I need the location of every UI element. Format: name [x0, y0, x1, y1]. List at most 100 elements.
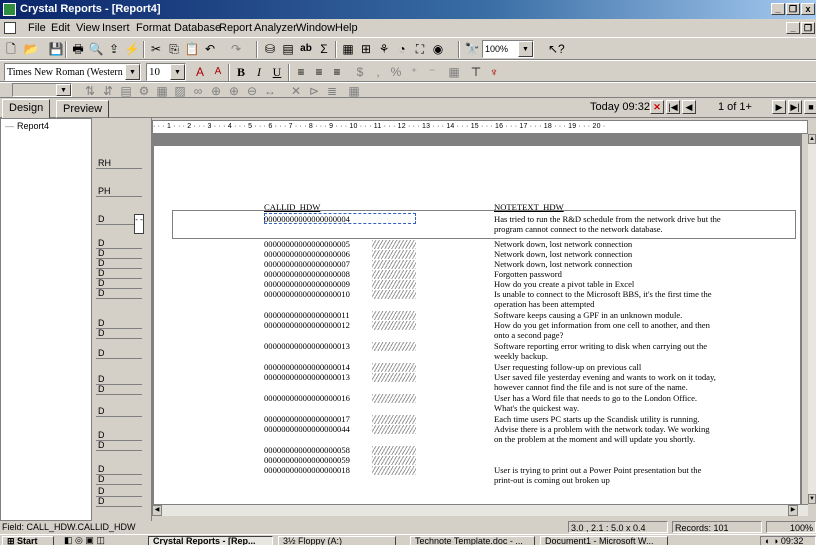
menu-file[interactable]: File [28, 22, 46, 34]
row-notetext[interactable]: on the problem at the moment and will up… [494, 434, 695, 444]
align-right-icon[interactable]: ≡ [329, 64, 345, 80]
comma-icon[interactable]: , [370, 64, 386, 80]
help-pointer-icon[interactable]: ↖? [548, 41, 565, 57]
close-button[interactable]: x [801, 3, 815, 15]
task-technote-template[interactable]: Technote Template.doc - ... [410, 536, 535, 545]
zoom-icon[interactable]: ⊕ [208, 83, 224, 99]
section-label[interactable]: D [98, 430, 105, 440]
row-notetext[interactable]: onto a second page? [494, 330, 563, 340]
row-callid[interactable]: 00000000000000000016 [264, 393, 350, 403]
insert-group-icon[interactable]: ▦ [340, 41, 356, 57]
menu-view[interactable]: View [76, 22, 100, 34]
section-expert-icon[interactable]: ▦ [154, 83, 170, 99]
scroll-right-icon[interactable]: ▶ [788, 505, 798, 516]
row-callid[interactable]: 00000000000000000013 [264, 372, 350, 382]
row-notetext[interactable]: operation has been attempted [494, 299, 594, 309]
new-icon[interactable]: 🗋 [3, 41, 19, 57]
section-label[interactable]: D [98, 288, 105, 298]
insert-text-object-icon[interactable]: ▤ [280, 41, 296, 57]
decrease-font-icon[interactable]: A [210, 64, 226, 80]
tab-design[interactable]: Design [2, 99, 51, 119]
delete-icon[interactable]: ✕ [288, 83, 304, 99]
row-notetext[interactable]: Forgotten password [494, 269, 562, 279]
lock-format-icon[interactable]: ⊤ [468, 64, 484, 80]
section-label[interactable]: D [98, 440, 105, 450]
insert-picture-icon[interactable]: ⚘ [376, 41, 392, 57]
section-label[interactable]: D [98, 406, 105, 416]
insert-map-icon[interactable]: ⛶ [412, 41, 428, 57]
highlight-icon[interactable]: ♆ [486, 64, 502, 80]
row-notetext[interactable]: Network down, lost network connection [494, 239, 632, 249]
row-notetext[interactable]: weekly backup. [494, 351, 548, 361]
zoom-out-icon[interactable]: ⊖ [244, 83, 260, 99]
row-callid[interactable]: 00000000000000000011 [264, 310, 350, 320]
insert-summary-icon[interactable]: Σ [316, 41, 332, 57]
row-notetext[interactable]: however cannot find the file and is not … [494, 382, 688, 392]
print-icon[interactable]: 🖶 [70, 41, 86, 57]
print-preview-icon[interactable]: 🔍 [88, 41, 104, 57]
group-expert-icon[interactable]: ▤ [118, 83, 134, 99]
first-page-icon[interactable]: |◀ [666, 100, 680, 114]
row-callid[interactable]: 00000000000000000059 [264, 455, 350, 465]
export-icon[interactable]: ⇪ [106, 41, 122, 57]
align-center-icon[interactable]: ≡ [311, 64, 327, 80]
section-label[interactable]: D [98, 348, 105, 358]
undo-icon[interactable]: ↶ [202, 41, 218, 57]
section-label[interactable]: PH [98, 186, 111, 196]
vertical-scrollbar[interactable]: ▲ ▼ [808, 134, 816, 504]
menu-window[interactable]: Window [296, 22, 335, 34]
insert-chart-icon[interactable]: ◔ [394, 41, 410, 57]
section-label[interactable]: D [98, 258, 105, 268]
object-combo[interactable]: ▼ [12, 83, 72, 97]
save-icon[interactable]: 💾 [48, 41, 64, 57]
chevron-down-icon[interactable]: ▼ [518, 41, 533, 57]
zoom-combo[interactable]: 100% ▼ [482, 40, 534, 58]
row-callid[interactable]: 00000000000000000014 [264, 362, 350, 372]
row-notetext[interactable]: Has tried to run the R&D schedule from t… [494, 214, 721, 224]
row-notetext[interactable]: How do you get information from one cell… [494, 320, 710, 330]
crystal-reports-app-icon[interactable] [3, 3, 16, 16]
section-label[interactable]: D [98, 464, 105, 474]
document-icon[interactable] [4, 22, 16, 34]
row-notetext[interactable]: print-out is coming out broken up [494, 475, 610, 485]
menu-edit[interactable]: Edit [51, 22, 70, 34]
row-notetext[interactable]: program cannot connect to the network da… [494, 224, 663, 234]
task-document1[interactable]: Document1 - Microsoft W... [540, 536, 668, 545]
template-expert-icon[interactable]: ⚙ [136, 83, 152, 99]
scroll-left-icon[interactable]: ◀ [152, 505, 162, 516]
chevron-down-icon[interactable]: ▼ [170, 64, 185, 80]
row-notetext[interactable]: Software reporting error writing to disk… [494, 341, 707, 351]
find-icon[interactable]: 🔭 [464, 41, 480, 57]
minimize-button[interactable]: _ [771, 3, 785, 15]
section-label[interactable]: D [98, 248, 105, 258]
select-expert-icon[interactable]: ⇅ [82, 83, 98, 99]
percent-icon[interactable]: % [388, 64, 404, 80]
tray-icons[interactable]: ◐ ◑ [765, 537, 781, 545]
grid-icon[interactable]: ▦ [346, 83, 362, 99]
refresh-icon[interactable]: ⚡ [124, 41, 140, 57]
redo-icon[interactable]: ↷ [228, 41, 244, 57]
row-notetext[interactable]: Software keeps causing a GPF in an unkno… [494, 310, 682, 320]
row-notetext[interactable]: Each time users PC starts up the Scandis… [494, 414, 700, 424]
section-label[interactable]: D [98, 318, 105, 328]
previous-page-icon[interactable]: ◀ [682, 100, 696, 114]
sort-expert-icon[interactable]: ⇵ [100, 83, 116, 99]
row-callid[interactable]: 00000000000000000018 [264, 465, 350, 475]
tree-item-report4[interactable]: Report4 [17, 121, 49, 131]
section-label[interactable]: D [98, 278, 105, 288]
next-page-icon[interactable]: ▶ [772, 100, 786, 114]
section-label[interactable]: D [98, 268, 105, 278]
row-notetext[interactable]: What's the quickest way. [494, 403, 579, 413]
row-callid[interactable]: 00000000000000000004 [264, 214, 350, 224]
row-notetext[interactable]: User is trying to print out a Power Poin… [494, 465, 701, 475]
row-callid[interactable]: 00000000000000000044 [264, 424, 350, 434]
section-label[interactable]: D [98, 238, 105, 248]
section-label[interactable]: D [98, 486, 105, 496]
row-notetext[interactable]: User saved file yesterday evening and wa… [494, 372, 716, 382]
fit-icon[interactable]: ↔ [262, 83, 278, 99]
suppress-icon[interactable]: ▦ [446, 64, 462, 80]
task-floppy[interactable]: 3½ Floppy (A:) [278, 536, 396, 545]
row-notetext[interactable]: User requesting follow-up on previous ca… [494, 362, 641, 372]
menu-format[interactable]: Format [136, 22, 171, 34]
currency-icon[interactable]: $ [352, 64, 368, 80]
